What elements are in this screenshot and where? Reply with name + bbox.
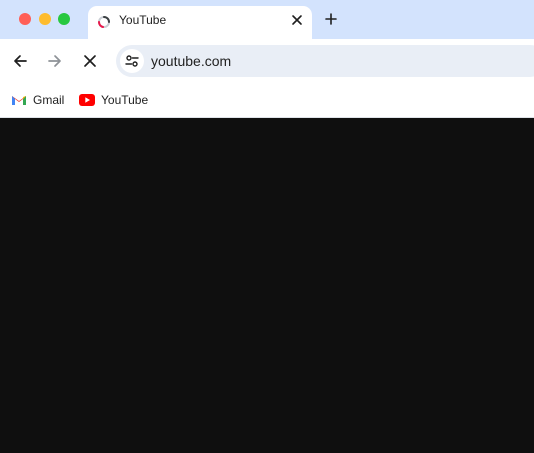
address-bar[interactable]: youtube.com: [116, 45, 534, 77]
window-maximize-button[interactable]: [58, 13, 70, 25]
site-info-button[interactable]: [120, 49, 144, 73]
bookmark-gmail[interactable]: Gmail: [11, 90, 64, 110]
tab-close-icon[interactable]: [290, 13, 304, 27]
tab-youtube[interactable]: YouTube: [88, 6, 312, 39]
back-arrow-icon[interactable]: [12, 53, 28, 69]
bookmark-label: Gmail: [33, 93, 65, 107]
youtube-icon: [79, 94, 95, 106]
bookmark-youtube[interactable]: YouTube: [79, 90, 148, 110]
url-text[interactable]: youtube.com: [151, 53, 231, 69]
forward-arrow-icon[interactable]: [47, 53, 63, 69]
tab-strip: YouTube: [0, 0, 534, 39]
tab-title: YouTube: [119, 13, 167, 27]
tune-icon: [125, 55, 139, 67]
stop-loading-icon[interactable]: [82, 53, 98, 69]
browser-toolbar: youtube.com: [0, 39, 534, 84]
loading-spinner-icon: [98, 16, 110, 28]
window-minimize-button[interactable]: [39, 13, 51, 25]
page-content: [0, 118, 534, 453]
window-close-button[interactable]: [19, 13, 31, 25]
bookmark-label: YouTube: [101, 93, 149, 107]
new-tab-icon[interactable]: [324, 12, 338, 26]
bookmarks-bar: Gmail YouTube: [0, 84, 534, 118]
gmail-icon: [12, 96, 26, 105]
